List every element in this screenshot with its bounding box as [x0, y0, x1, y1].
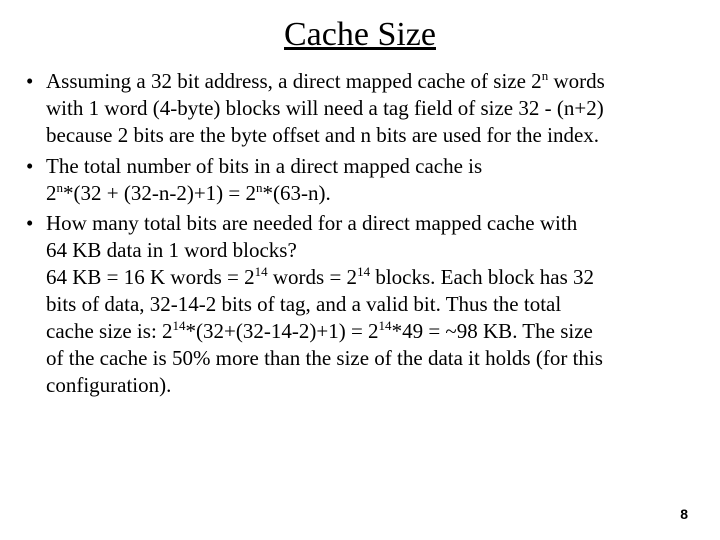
text: 2 [46, 181, 57, 205]
text: bits of data, 32-14-2 bits of tag, and a… [46, 292, 561, 316]
text: blocks. Each block has 32 [370, 265, 594, 289]
superscript: 14 [357, 264, 370, 279]
text: How many total bits are needed for a dir… [46, 211, 577, 235]
text: cache size is: 2 [46, 319, 173, 343]
bullet-item: Assuming a 32 bit address, a direct mapp… [24, 68, 696, 149]
text: 64 KB data in 1 word blocks? [46, 238, 297, 262]
text: because 2 bits are the byte offset and n… [46, 123, 599, 147]
text: of the cache is 50% more than the size o… [46, 346, 603, 370]
text: The total number of bits in a direct map… [46, 154, 482, 178]
superscript: 14 [255, 264, 268, 279]
bullet-list: Assuming a 32 bit address, a direct mapp… [24, 68, 696, 399]
text: *49 = ~98 KB. The size [392, 319, 593, 343]
superscript: 14 [379, 318, 392, 333]
text: words [548, 69, 605, 93]
text: with 1 word (4-byte) blocks will need a … [46, 96, 604, 120]
text: *(32 + (32-n-2)+1) = 2 [63, 181, 256, 205]
bullet-item: The total number of bits in a direct map… [24, 153, 696, 207]
text: *(63-n). [263, 181, 331, 205]
text: Assuming a 32 bit address, a direct mapp… [46, 69, 542, 93]
bullet-item: How many total bits are needed for a dir… [24, 210, 696, 398]
slide-title: Cache Size [24, 16, 696, 54]
text: *(32+(32-14-2)+1) = 2 [186, 319, 379, 343]
page-number: 8 [680, 506, 688, 522]
text: 64 KB = 16 K words = 2 [46, 265, 255, 289]
slide: Cache Size Assuming a 32 bit address, a … [0, 0, 720, 540]
superscript: 14 [173, 318, 186, 333]
text: words = 2 [268, 265, 357, 289]
text: configuration). [46, 373, 171, 397]
